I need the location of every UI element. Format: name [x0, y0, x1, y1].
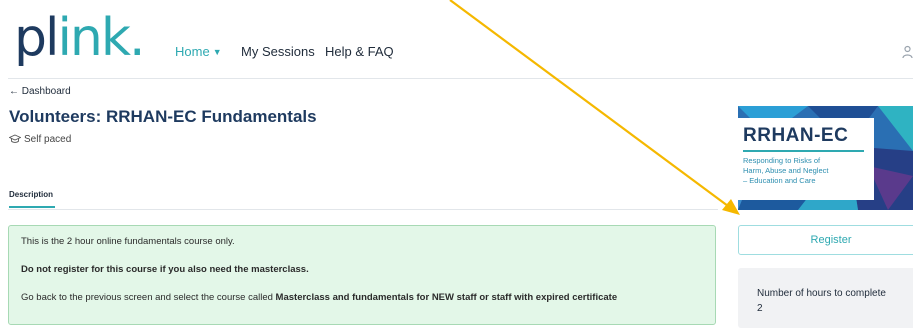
nav-my-sessions[interactable]: My Sessions	[241, 44, 315, 60]
notice-course-name: Masterclass and fundamentals for NEW sta…	[275, 292, 618, 303]
register-button[interactable]: Register	[738, 225, 913, 255]
back-to-dashboard-link[interactable]: ← Dashboard	[9, 86, 71, 98]
banner-title: RRHAN-EC	[743, 125, 849, 146]
notice-line-3-prefix: Go back to the previous screen and selec…	[21, 292, 276, 303]
course-description-notice: This is the 2 hour online fundamentals c…	[8, 225, 716, 325]
notice-line-2: Do not register for this course if you a…	[21, 264, 309, 275]
banner-subtitle: Responding to Risks of Harm, Abuse and N…	[743, 156, 873, 186]
course-banner-image: RRHAN-EC Responding to Risks of Harm, Ab…	[738, 106, 913, 210]
graduation-cap-icon	[8, 134, 22, 143]
nav-home-label: Home	[175, 44, 210, 59]
course-pace-label: Self paced	[24, 134, 72, 145]
banner-subtitle-line: Harm, Abuse and Neglect	[743, 166, 829, 175]
nav-home-dropdown[interactable]: Home ▼	[175, 44, 222, 60]
user-icon[interactable]	[902, 45, 913, 59]
annotation-arrow-line	[449, 0, 729, 207]
tab-active-indicator	[9, 206, 55, 208]
header-divider	[8, 78, 913, 79]
tab-description[interactable]: Description	[9, 190, 53, 200]
notice-line-1: This is the 2 hour online fundamentals c…	[21, 236, 235, 247]
course-pace: Self paced	[8, 134, 72, 146]
notice-line-3: Go back to the previous screen and selec…	[21, 292, 617, 304]
banner-subtitle-line: – Education and Care	[743, 176, 816, 185]
banner-rule	[743, 150, 864, 152]
course-info-card: Number of hours to complete 2	[738, 268, 913, 328]
plink-logo[interactable]: plink.	[14, 6, 146, 70]
tab-divider	[8, 209, 718, 210]
caret-down-icon: ▼	[212, 47, 222, 57]
course-title: Volunteers: RRHAN-EC Fundamentals	[9, 107, 317, 126]
banner-subtitle-line: Responding to Risks of	[743, 156, 821, 165]
hours-to-complete-value: 2	[757, 303, 763, 314]
hours-to-complete-label: Number of hours to complete	[757, 288, 886, 299]
nav-help-faq[interactable]: Help & FAQ	[325, 44, 394, 60]
